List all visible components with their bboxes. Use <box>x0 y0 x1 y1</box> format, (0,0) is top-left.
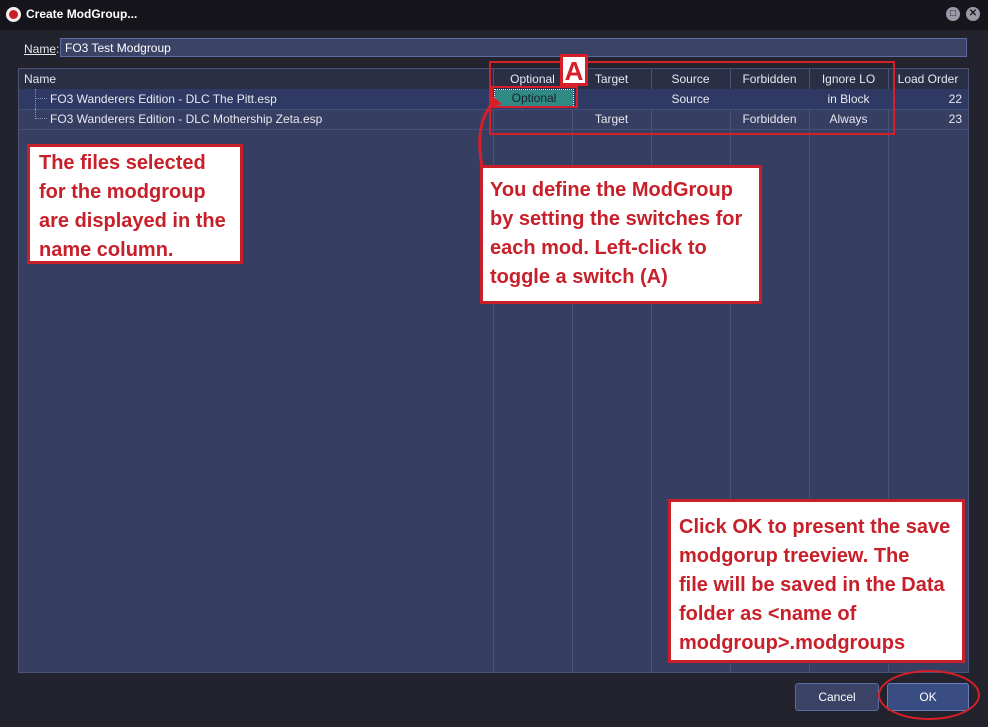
ok-highlight-ring <box>878 670 980 720</box>
app-logo-icon <box>6 7 21 22</box>
cancel-button[interactable]: Cancel <box>795 683 879 711</box>
load-order-value: 22 <box>948 92 962 106</box>
row-name: FO3 Wanderers Edition - DLC Mothership Z… <box>50 112 323 126</box>
close-button[interactable]: ✕ <box>966 7 980 21</box>
name-label: Name: <box>24 42 60 56</box>
window-title: Create ModGroup... <box>26 7 138 21</box>
tree-connector <box>35 98 47 99</box>
files-annotation: The files selected for the modgroup are … <box>27 144 243 264</box>
column-header-name[interactable]: Name <box>24 72 56 86</box>
tree-connector <box>35 89 36 109</box>
ok-annotation: Click OK to present the save modgorup tr… <box>668 499 965 663</box>
tree-connector <box>35 118 47 119</box>
maximize-button[interactable]: □ <box>946 7 960 21</box>
title-bar: Create ModGroup... □ ✕ <box>0 0 988 30</box>
annotation-badge-a: A <box>560 54 588 86</box>
modgroup-name-input[interactable] <box>60 38 967 57</box>
load-order-value: 23 <box>948 112 962 126</box>
column-header-load-order[interactable]: Load Order <box>888 72 968 86</box>
row-name: FO3 Wanderers Edition - DLC The Pitt.esp <box>50 92 277 106</box>
switch-annotation: You define the ModGroup by setting the s… <box>480 165 762 304</box>
